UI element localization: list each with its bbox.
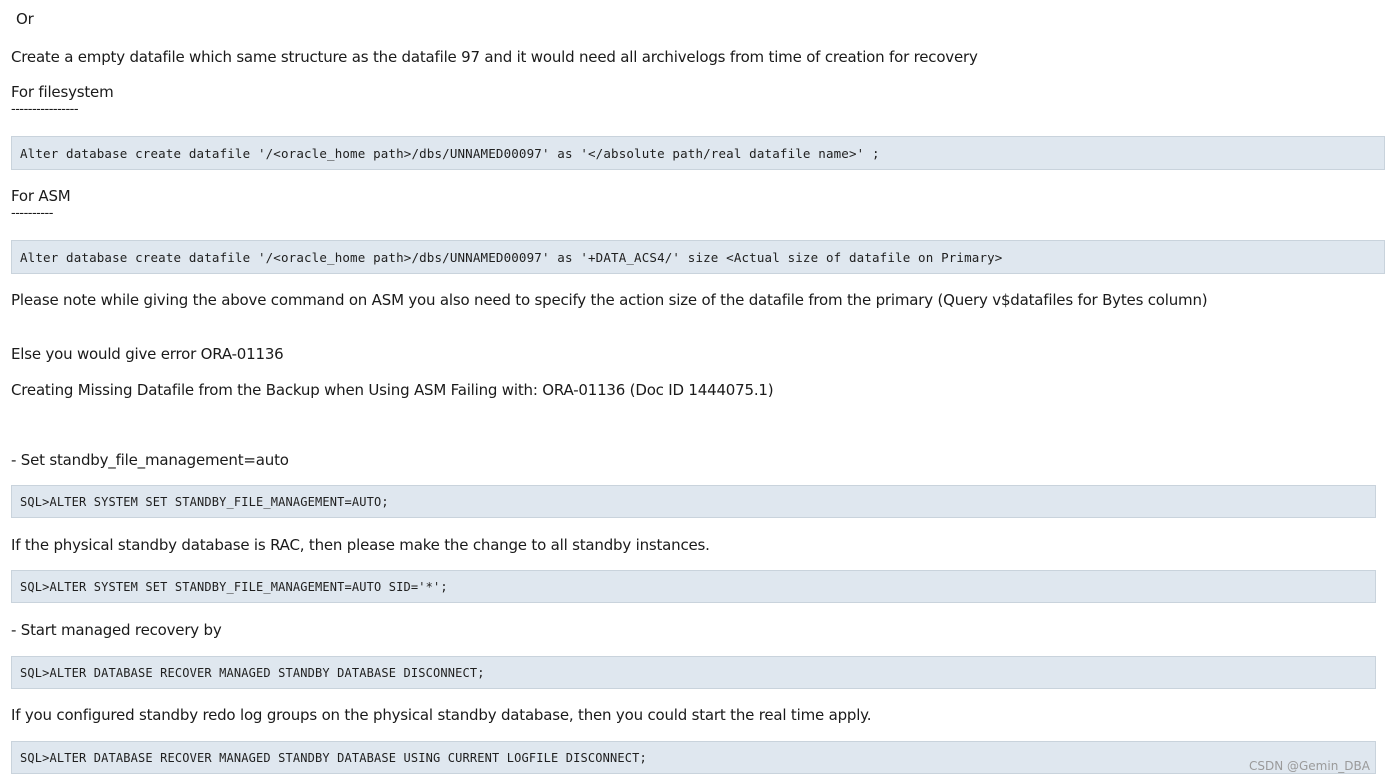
asm-note-paragraph: Please note while giving the above comma… (11, 291, 1208, 309)
for-asm-heading: For ASM (11, 187, 71, 205)
code-block-filesystem: Alter database create datafile '/<oracle… (11, 136, 1385, 170)
or-line: Or (16, 10, 34, 28)
code-block-recover: SQL>ALTER DATABASE RECOVER MANAGED STAND… (11, 656, 1376, 689)
create-empty-paragraph: Create a empty datafile which same struc… (11, 48, 978, 66)
for-filesystem-heading: For filesystem (11, 83, 114, 101)
redo-note-paragraph: If you configured standby redo log group… (11, 706, 872, 724)
start-recovery-step: - Start managed recovery by (11, 621, 222, 639)
watermark: CSDN @Gemin_DBA (1248, 759, 1370, 773)
filesystem-dash-rule: ---------------- (11, 102, 79, 117)
code-block-set-auto-sid: SQL>ALTER SYSTEM SET STANDBY_FILE_MANAGE… (11, 570, 1376, 603)
doc-reference-paragraph: Creating Missing Datafile from the Backu… (11, 381, 774, 399)
code-block-recover-current: SQL>ALTER DATABASE RECOVER MANAGED STAND… (11, 741, 1376, 774)
else-error-paragraph: Else you would give error ORA-01136 (11, 345, 284, 363)
asm-dash-rule: ---------- (11, 206, 53, 221)
code-block-asm: Alter database create datafile '/<oracle… (11, 240, 1385, 274)
set-standby-step: - Set standby_file_management=auto (11, 451, 289, 469)
rac-note-paragraph: If the physical standby database is RAC,… (11, 536, 710, 554)
code-block-set-auto: SQL>ALTER SYSTEM SET STANDBY_FILE_MANAGE… (11, 485, 1376, 518)
